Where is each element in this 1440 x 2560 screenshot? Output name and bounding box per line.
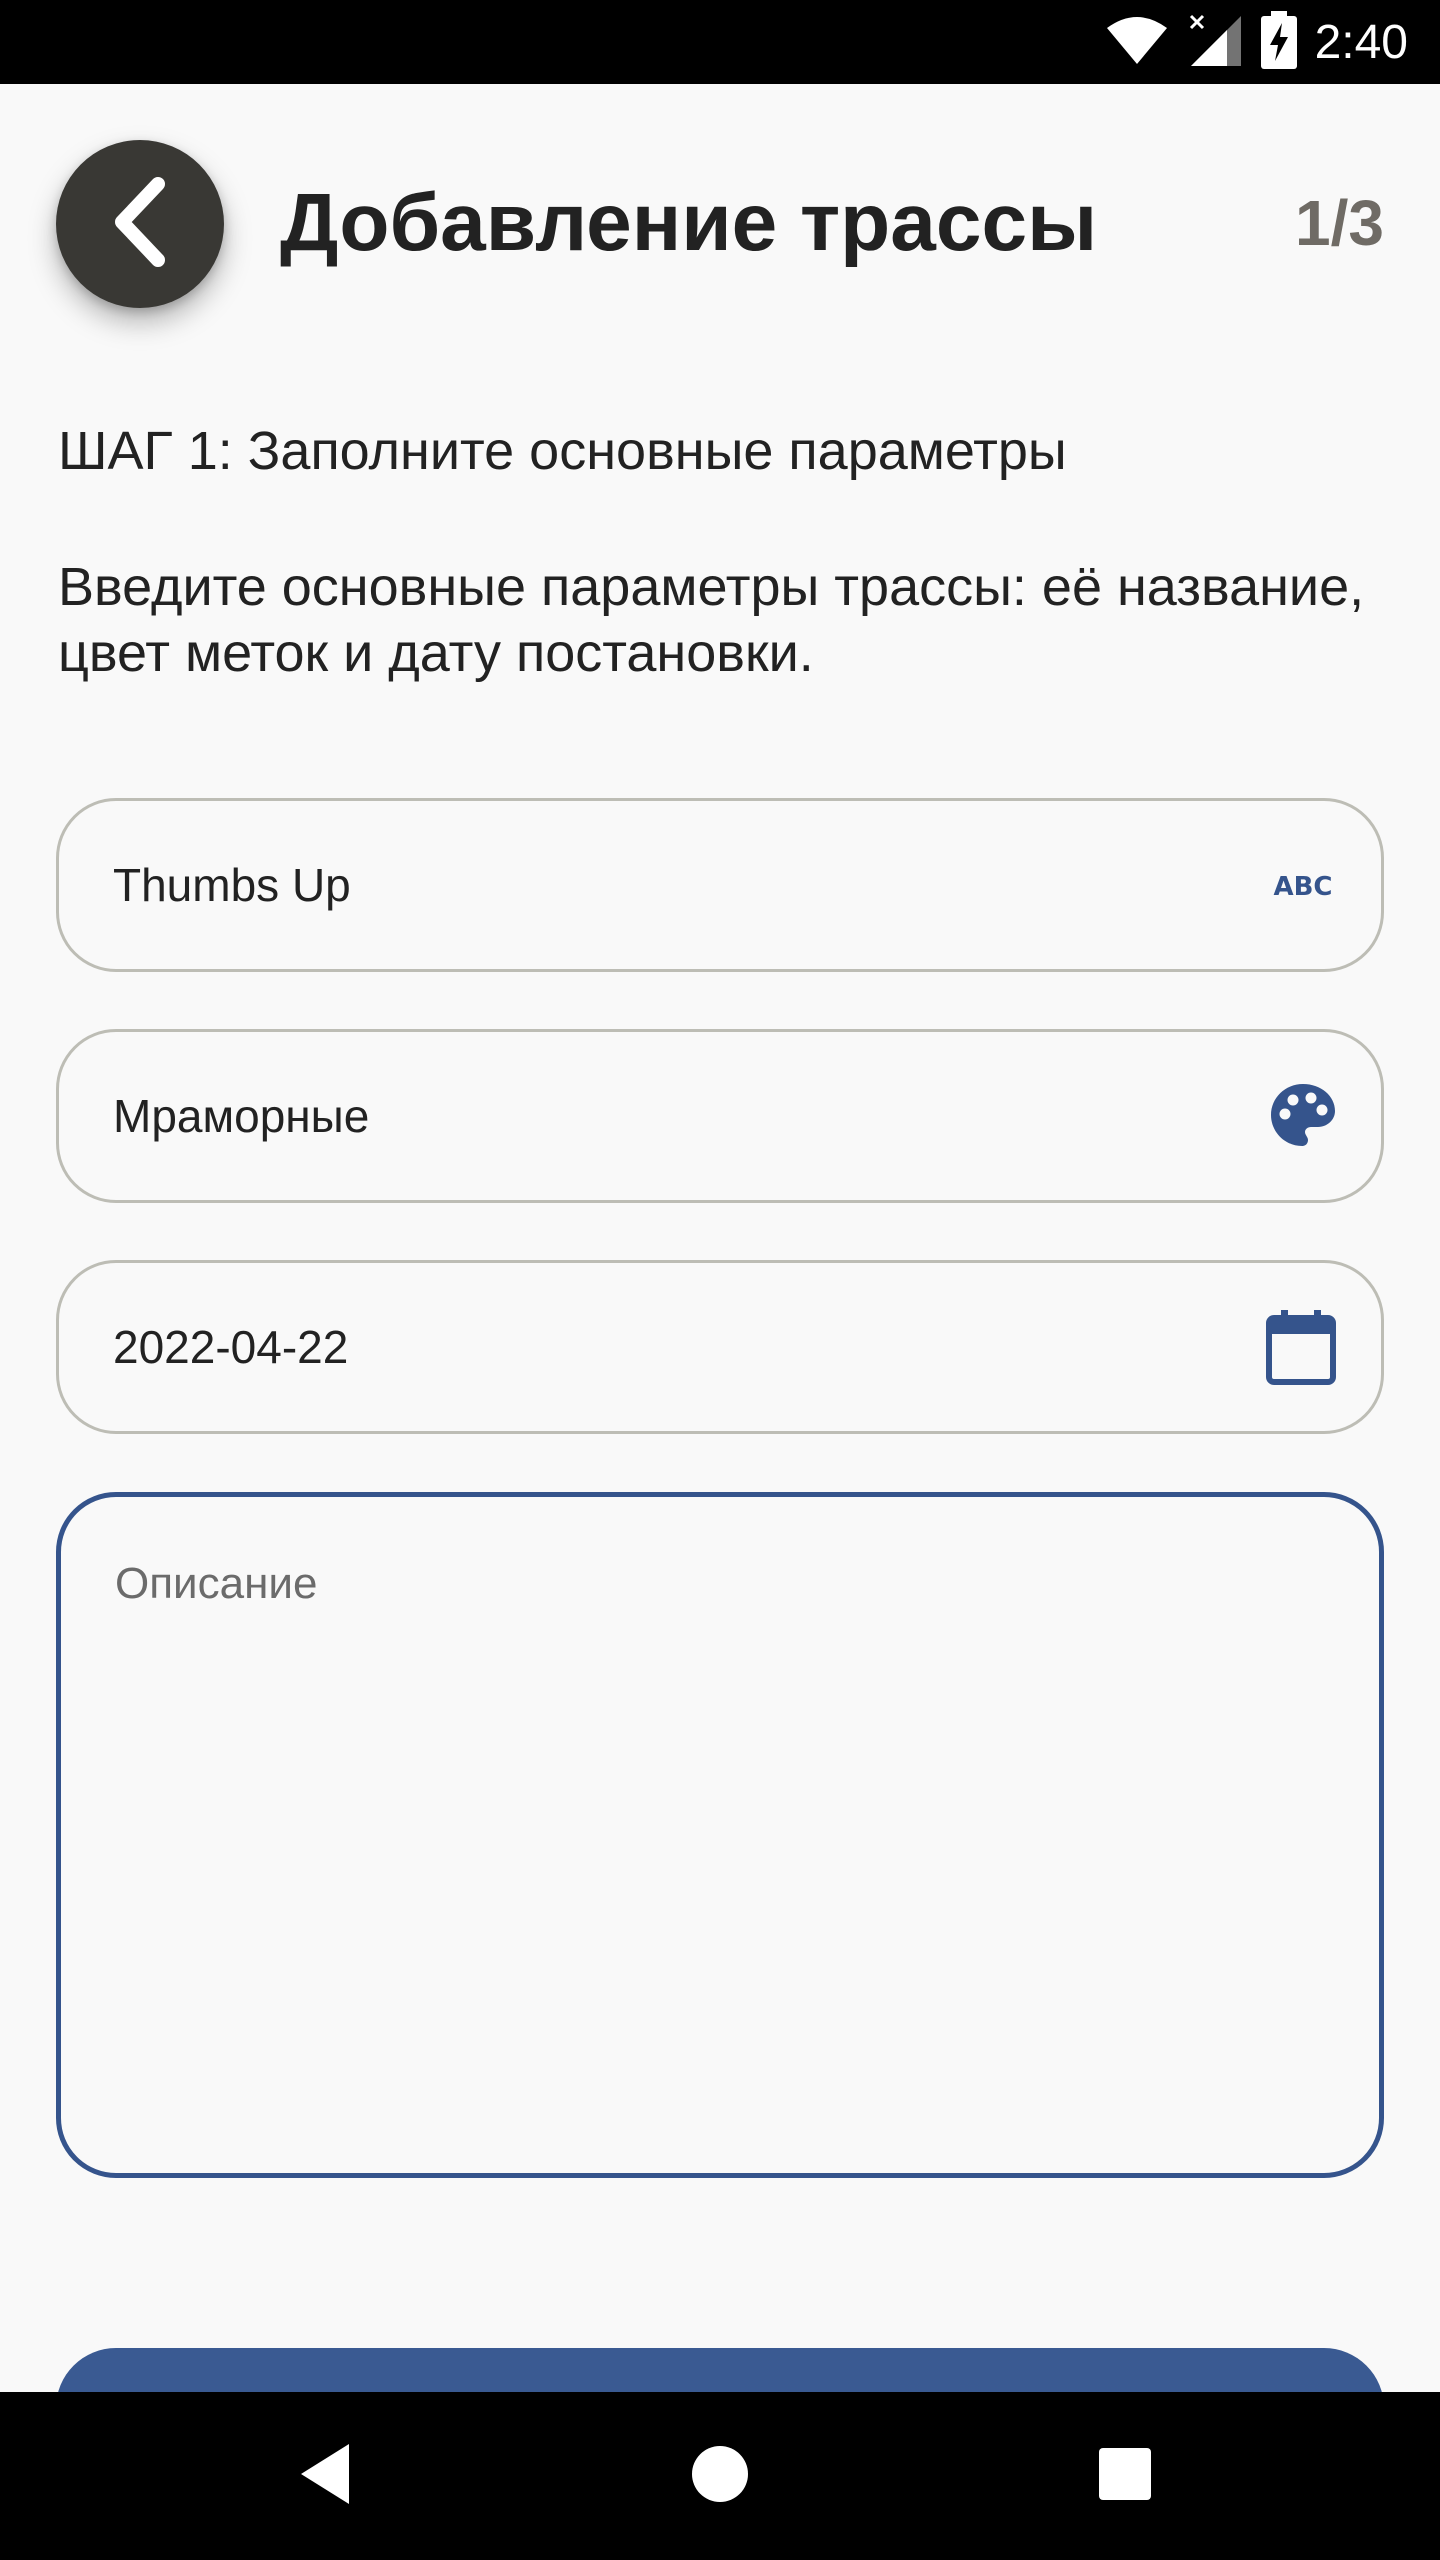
step-description: Введите основные параметры трассы: её на… <box>58 557 1365 683</box>
color-value: Мраморные <box>113 1090 370 1142</box>
step-counter: 1/3 <box>1295 187 1384 259</box>
route-name-field[interactable]: Thumbs Up ABC <box>56 798 1384 972</box>
back-triangle-icon <box>297 2442 353 2511</box>
recents-square-icon <box>1097 2446 1153 2507</box>
signal-icon <box>1187 12 1243 73</box>
status-bar: 2:40 <box>0 0 1440 84</box>
back-button[interactable] <box>56 140 224 308</box>
status-time: 2:40 <box>1314 15 1408 69</box>
svg-text:ABC: ABC <box>1273 872 1332 900</box>
color-field[interactable]: Мраморные <box>56 1029 1384 1203</box>
wifi-icon <box>1105 14 1169 71</box>
date-value: 2022-04-22 <box>113 1321 349 1373</box>
system-nav-bar <box>0 2392 1440 2560</box>
home-circle-icon <box>690 2444 750 2509</box>
step-title: ШАГ 1: Заполните основные параметры <box>58 421 1067 481</box>
page-title: Добавление трассы <box>280 177 1098 268</box>
nav-home-button[interactable] <box>665 2392 775 2560</box>
nav-recents-button[interactable] <box>1070 2392 1180 2560</box>
status-icons: 2:40 <box>1105 0 1408 84</box>
route-name-value: Thumbs Up <box>113 859 351 911</box>
date-field[interactable]: 2022-04-22 <box>56 1260 1384 1434</box>
abc-icon: ABC <box>1269 870 1337 900</box>
palette-icon <box>1269 1082 1337 1150</box>
calendar-icon <box>1265 1308 1337 1386</box>
chevron-left-icon <box>108 176 172 273</box>
description-placeholder: Описание <box>115 1559 318 1608</box>
nav-back-button[interactable] <box>270 2392 380 2560</box>
description-textarea[interactable]: Описание <box>56 1492 1384 2178</box>
battery-charging-icon <box>1260 10 1297 74</box>
